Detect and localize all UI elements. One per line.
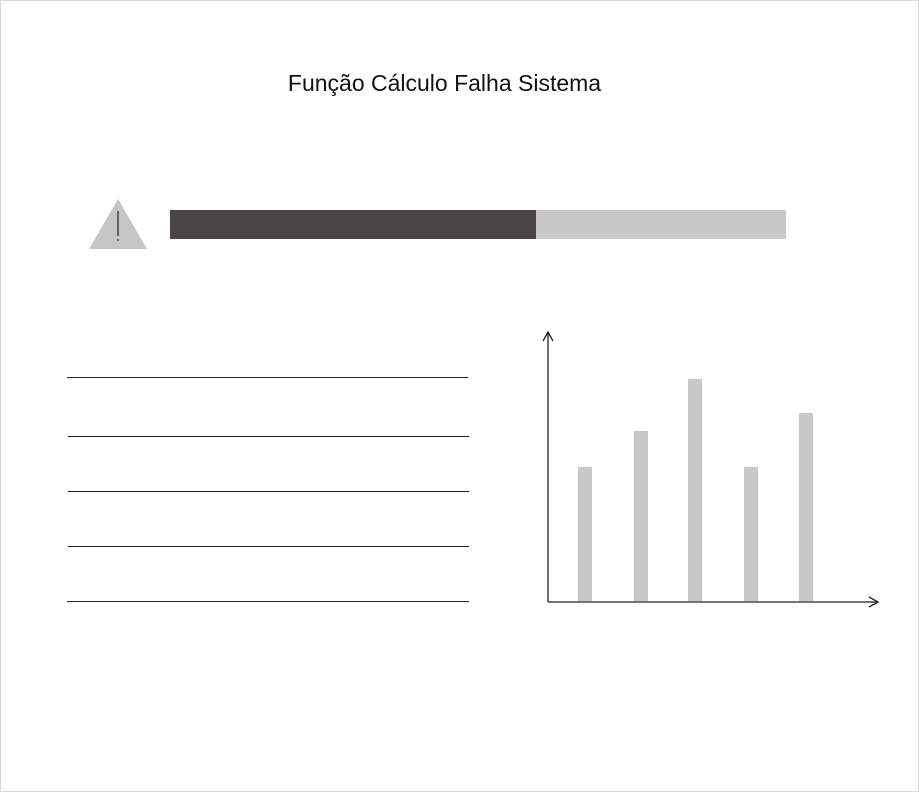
text-line	[67, 601, 469, 602]
page-title: Função Cálculo Falha Sistema	[287, 70, 602, 96]
progress-bar-fill	[170, 210, 536, 239]
page-frame	[0, 0, 919, 792]
text-line	[68, 546, 469, 547]
text-line	[68, 436, 469, 437]
text-line	[68, 491, 469, 492]
progress-bar	[170, 210, 786, 239]
warning-triangle-icon	[89, 199, 147, 249]
text-line	[67, 377, 468, 378]
